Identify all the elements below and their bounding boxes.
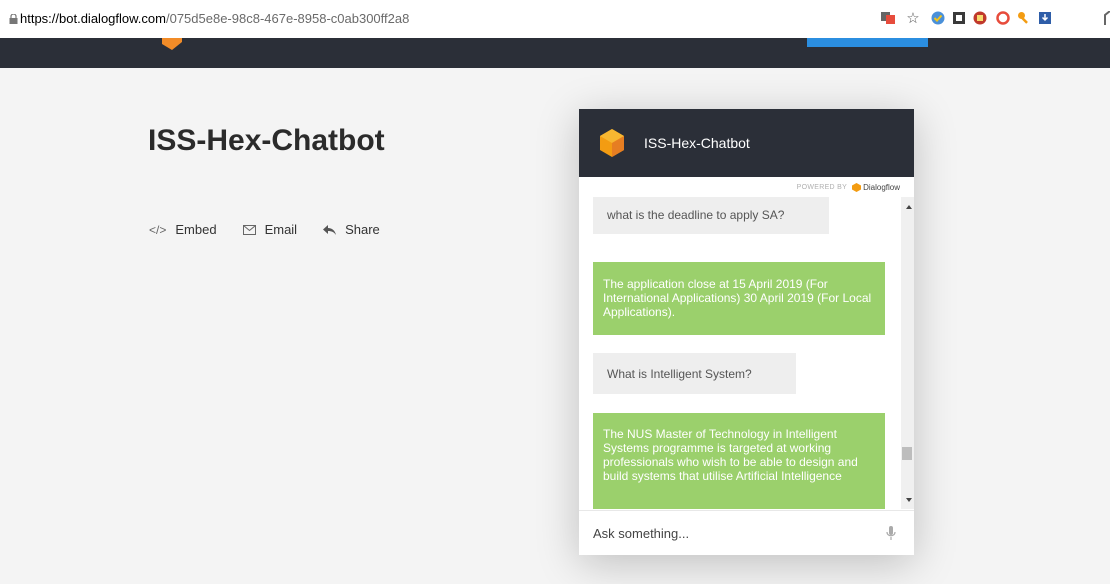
dialogflow-logo-icon [162, 38, 182, 50]
share-label: Share [345, 222, 380, 237]
extension-ring-icon[interactable] [996, 11, 1010, 25]
message-text: What is Intelligent System? [607, 366, 752, 381]
envelope-icon [242, 224, 256, 235]
bot-message: The NUS Master of Technology in Intellig… [593, 413, 885, 509]
translate-icon[interactable] [881, 11, 895, 25]
agent-title: ISS-Hex-Chatbot [148, 124, 385, 157]
extension-key-icon[interactable] [1017, 11, 1031, 25]
chat-input-bar [579, 510, 914, 555]
browser-address-bar: https://bot.dialogflow.com/075d5e8e-98c8… [0, 0, 1110, 38]
lock-icon [9, 14, 18, 24]
header-action-button[interactable] [807, 38, 928, 47]
url-host: https://bot.dialogflow.com [20, 11, 166, 26]
extension-partial-icon[interactable] [1100, 11, 1110, 25]
dialogflow-brand-label: Dialogflow [863, 182, 900, 192]
dialogflow-small-icon [852, 182, 862, 192]
url-field[interactable]: https://bot.dialogflow.com/075d5e8e-98c8… [20, 11, 409, 26]
extension-check-icon[interactable] [931, 11, 945, 25]
embed-button[interactable]: </> Embed [149, 222, 217, 237]
user-message: What is Intelligent System? [593, 353, 796, 394]
bookmark-star-icon[interactable]: ☆ [906, 10, 920, 27]
microphone-icon[interactable] [886, 526, 896, 541]
message-list: what is the deadline to apply SA? The ap… [579, 197, 901, 509]
chat-widget: ISS-Hex-Chatbot POWERED BY Dialogflow wh… [579, 109, 914, 555]
share-actions: </> Embed Email Share [149, 222, 406, 237]
extension-download-icon[interactable] [1038, 11, 1052, 25]
chat-widget-header: ISS-Hex-Chatbot [579, 109, 914, 177]
message-scrollbar[interactable] [901, 197, 914, 509]
message-text: The NUS Master of Technology in Intellig… [603, 427, 858, 483]
reply-arrow-icon [323, 224, 337, 235]
extension-puzzle-icon[interactable] [973, 11, 987, 25]
scroll-up-arrow-icon[interactable] [906, 205, 912, 209]
powered-by-label: POWERED BY [796, 183, 848, 191]
bot-message: The application close at 15 April 2019 (… [593, 262, 885, 335]
dialogflow-brand[interactable]: Dialogflow [852, 182, 900, 192]
chat-input[interactable] [593, 525, 863, 541]
powered-by: POWERED BY Dialogflow [579, 177, 914, 197]
message-text: The application close at 15 April 2019 (… [603, 277, 872, 319]
chat-widget-title: ISS-Hex-Chatbot [644, 135, 750, 151]
email-button[interactable]: Email [242, 222, 298, 237]
user-message: what is the deadline to apply SA? [593, 197, 829, 234]
agent-cube-icon [600, 129, 624, 157]
message-text: what is the deadline to apply SA? [607, 208, 785, 222]
url-path: /075d5e8e-98c8-467e-8958-c0ab300ff2a8 [165, 11, 410, 26]
extension-box-icon[interactable] [952, 11, 966, 25]
scroll-thumb[interactable] [902, 447, 912, 460]
embed-label: Embed [175, 222, 217, 237]
share-button[interactable]: Share [323, 222, 380, 237]
scroll-down-arrow-icon[interactable] [906, 498, 912, 502]
email-label: Email [264, 222, 298, 237]
code-icon: </> [149, 222, 167, 237]
